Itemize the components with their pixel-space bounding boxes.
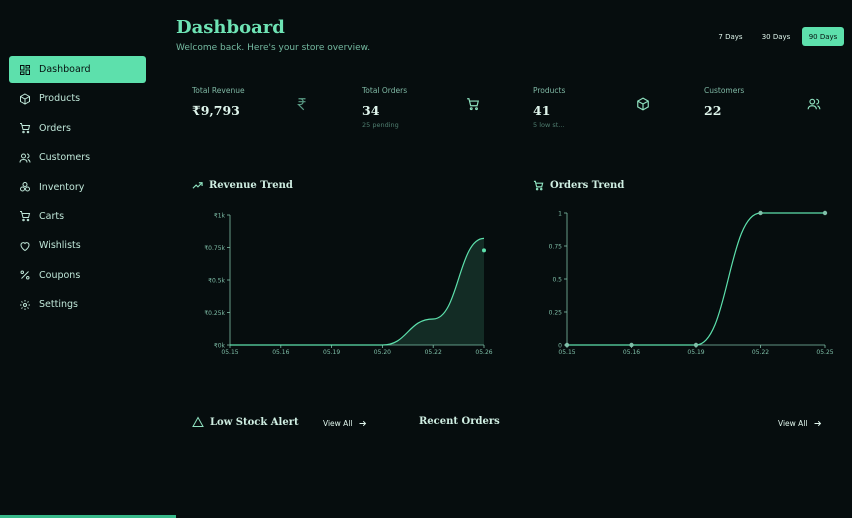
boxes-icon	[19, 181, 31, 193]
stat-value: 22	[704, 103, 722, 118]
sidebar-item-label: Inventory	[39, 181, 85, 193]
stat-label: Total Revenue	[192, 86, 245, 95]
y-tick-label: ₹0.5k	[208, 278, 225, 285]
chart-title-text: Revenue Trend	[209, 180, 293, 191]
sidebar-item-carts[interactable]: Carts	[9, 203, 146, 230]
stat-label: Total Orders	[362, 86, 408, 95]
x-tick-label: 05.19	[687, 349, 704, 356]
low-stock-alert-title: Low Stock Alert	[192, 416, 299, 428]
view-all-label: View All	[323, 419, 353, 428]
y-tick-label: ₹1k	[214, 213, 226, 220]
x-tick-label: 05.15	[558, 349, 575, 356]
orders-trend-title: Orders Trend	[533, 180, 624, 191]
sidebar-item-label: Products	[39, 93, 81, 105]
stat-value: 41	[533, 103, 551, 118]
section-title-text: Recent Orders	[419, 416, 500, 427]
low-stock-view-all-link[interactable]: View All	[323, 419, 367, 428]
series-area	[230, 238, 484, 345]
cart-icon	[19, 210, 31, 222]
sidebar-item-label: Dashboard	[39, 64, 91, 75]
page-subtitle: Welcome back. Here's your store overview…	[176, 43, 371, 53]
sidebar-item-dashboard[interactable]: Dashboard	[9, 56, 146, 83]
stat-label: Products	[533, 86, 566, 95]
sidebar-item-label: Carts	[39, 210, 65, 222]
data-point	[758, 210, 763, 216]
range-30-days-button[interactable]: 30 Days	[756, 27, 796, 46]
dashboard-icon	[19, 64, 31, 76]
sidebar-nav: Dashboard Products Orders Customers Inve…	[9, 56, 146, 321]
stat-card-products: Products 41 5 low st...	[533, 86, 565, 129]
x-tick-label: 05.16	[272, 349, 289, 356]
series-line	[567, 212, 825, 346]
x-tick-label: 05.22	[752, 349, 769, 356]
sidebar-item-label: Orders	[39, 122, 71, 134]
page-title: Dashboard	[176, 17, 285, 38]
orders-trend-chart: 00.250.50.75105.15 05.16 05.19 05.22 05.25	[549, 210, 834, 357]
box-icon	[19, 93, 31, 105]
sidebar-item-label: Customers	[39, 152, 91, 164]
sidebar-item-coupons[interactable]: Coupons	[9, 262, 146, 289]
range-7-days-button[interactable]: 7 Days	[712, 27, 749, 46]
sidebar-item-products[interactable]: Products	[9, 85, 146, 112]
rupee-icon	[295, 96, 309, 111]
x-tick-label: 05.20	[374, 349, 391, 356]
sidebar-item-settings[interactable]: Settings	[9, 291, 146, 318]
arrow-right-icon	[814, 420, 822, 427]
stat-card-revenue: Total Revenue ₹9,793	[192, 86, 245, 118]
stat-value: 34	[362, 103, 380, 118]
trending-up-icon	[192, 182, 203, 189]
alert-triangle-icon	[192, 416, 204, 427]
sidebar-item-inventory[interactable]: Inventory	[9, 174, 146, 201]
x-tick-label: 05.26	[475, 349, 492, 356]
range-90-days-button[interactable]: 90 Days	[802, 27, 844, 46]
sidebar: Dashboard Products Orders Customers Inve…	[0, 0, 155, 518]
data-point	[629, 342, 634, 348]
percent-icon	[19, 269, 31, 281]
cart-icon	[19, 122, 31, 134]
stat-subtext: 25 pending	[362, 121, 399, 129]
y-tick-label: ₹0.25k	[204, 310, 225, 317]
y-tick-label: 0.25	[549, 310, 563, 317]
gear-icon	[19, 299, 31, 311]
revenue-trend-chart: ₹0k₹0.25k₹0.5k₹0.75k₹1k05.15 05.16 05.19 05…	[204, 213, 492, 357]
arrow-right-icon	[359, 420, 367, 427]
x-tick-label: 05.16	[623, 349, 640, 356]
y-tick-label: 1	[558, 211, 562, 218]
sidebar-item-orders[interactable]: Orders	[9, 115, 146, 142]
sidebar-item-customers[interactable]: Customers	[9, 144, 146, 171]
data-point	[482, 248, 486, 253]
stat-label: Customers	[704, 86, 745, 95]
y-tick-label: 0.75	[549, 244, 563, 251]
x-tick-label: 05.22	[425, 349, 442, 356]
data-point	[564, 342, 570, 348]
stat-card-orders: Total Orders 34 25 pending	[362, 86, 407, 129]
sidebar-item-wishlists[interactable]: Wishlists	[9, 232, 146, 259]
data-point	[693, 342, 699, 348]
heart-icon	[19, 240, 31, 252]
sidebar-item-label: Wishlists	[39, 240, 81, 252]
recent-orders-title: Recent Orders	[419, 416, 500, 427]
view-all-label: View All	[778, 419, 808, 428]
recent-orders-view-all-link[interactable]: View All	[778, 419, 822, 428]
section-title-text: Low Stock Alert	[210, 416, 299, 428]
cart-icon	[533, 180, 544, 191]
x-tick-label: 05.15	[221, 349, 238, 356]
box-icon	[636, 96, 650, 111]
x-tick-label: 05.25	[816, 349, 833, 356]
revenue-trend-title: Revenue Trend	[192, 180, 293, 191]
chart-title-text: Orders Trend	[550, 180, 625, 191]
cart-icon	[466, 96, 480, 111]
y-tick-label: 0.5	[552, 277, 562, 284]
stat-card-customers: Customers 22	[704, 86, 744, 118]
stat-subtext: 5 low st...	[533, 121, 565, 129]
sidebar-item-label: Settings	[39, 299, 78, 311]
users-icon	[19, 152, 31, 164]
users-icon	[807, 96, 821, 110]
stat-value: ₹9,793	[192, 103, 240, 118]
x-tick-label: 05.19	[323, 349, 340, 356]
data-point	[822, 210, 828, 216]
sidebar-item-label: Coupons	[39, 269, 81, 281]
y-tick-label: ₹0.75k	[204, 245, 225, 252]
